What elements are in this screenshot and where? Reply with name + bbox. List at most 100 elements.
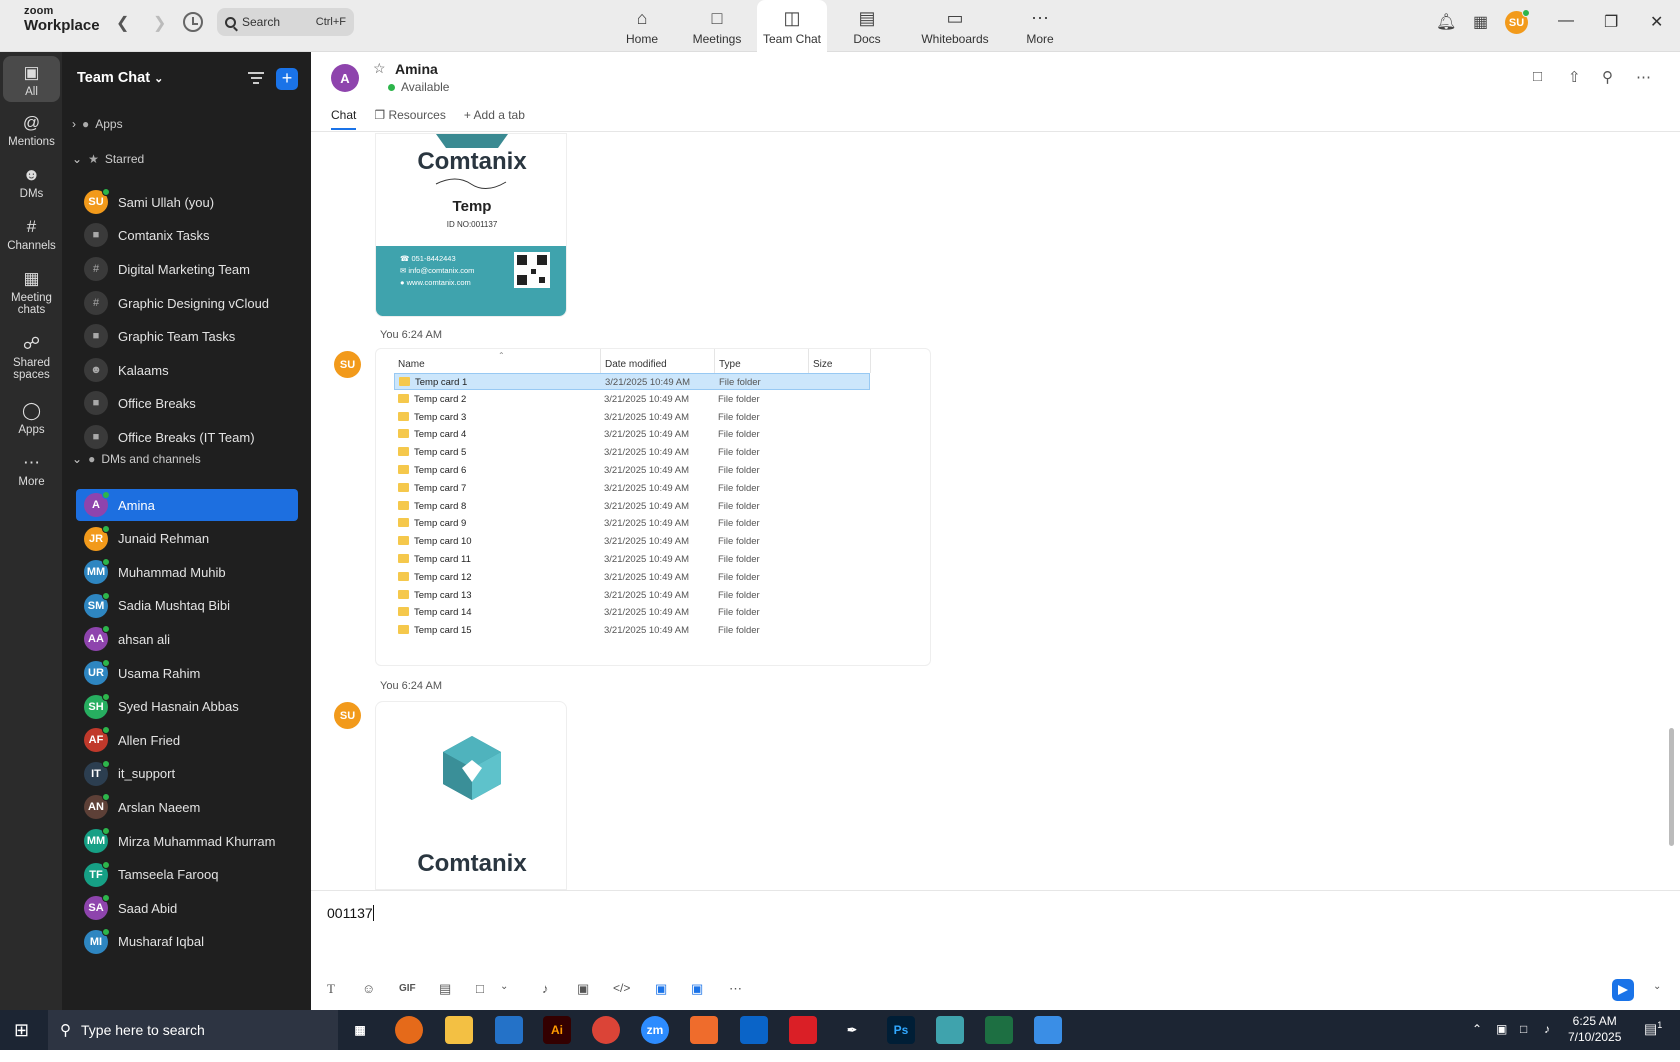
photoshop-icon[interactable]: Ps [887, 1016, 915, 1044]
xampp-icon[interactable] [690, 1016, 718, 1044]
app-icon[interactable]: ▣ [655, 981, 667, 997]
sidebar-item-dm[interactable]: MI Musharaf Iqbal [76, 926, 298, 958]
sidebar-item-dm[interactable]: JR Junaid Rehman [76, 523, 298, 555]
sidebar-item-dm[interactable]: IT it_support [76, 758, 298, 790]
chevron-up-icon[interactable]: ⌃ [1472, 1022, 1482, 1062]
code-icon[interactable]: </> [613, 981, 630, 995]
table-row[interactable]: Temp card 6 3/21/2025 10:49 AM File folder [394, 462, 870, 479]
screenshot-icon[interactable]: □ [476, 981, 484, 996]
emoji-icon[interactable]: ☺ [362, 981, 375, 996]
chevron-down-icon[interactable]: ⌄ [500, 981, 508, 992]
zoom-icon[interactable]: zm [641, 1016, 669, 1044]
search-bar[interactable]: Search Ctrl+F [217, 8, 354, 36]
sidebar-item-starred[interactable]: SU Sami Ullah (you) [76, 186, 298, 218]
send-button[interactable] [1612, 979, 1634, 1001]
sender-avatar[interactable]: SU [334, 702, 361, 729]
table-row[interactable]: Temp card 12 3/21/2025 10:49 AM File folde… [394, 569, 870, 586]
section-apps[interactable]: › ● Apps [72, 117, 123, 131]
sidebar-item-dm[interactable]: SA Saad Abid [76, 892, 298, 924]
sidebar-item-dm[interactable]: TF Tamseela Farooq [76, 859, 298, 891]
message-input[interactable]: 001137 [327, 905, 374, 921]
tab-whiteboards[interactable]: ▭ Whiteboards [913, 0, 997, 52]
sidebar-item-starred[interactable]: ☻ Kalaams [76, 354, 298, 386]
section-starred[interactable]: ⌄ ★ Starred [72, 152, 144, 166]
file-explorer-icon[interactable] [445, 1016, 473, 1044]
video-msg-icon[interactable]: ▣ [577, 981, 589, 997]
maximize-icon[interactable]: ❐ [1604, 12, 1618, 32]
sidebar-item-starred[interactable]: # Digital Marketing Team [76, 253, 298, 285]
forward-arrow-icon[interactable]: ❯ [153, 13, 166, 33]
tab-resources[interactable]: ❐ Resources [374, 108, 445, 130]
sidebar-item-dm[interactable]: MM Mirza Muhammad Khurram [76, 825, 298, 857]
sidebar-item-starred[interactable]: ■ Office Breaks [76, 387, 298, 419]
tab-chat[interactable]: Chat [331, 108, 357, 130]
composer[interactable]: 001137 T ☺ GIF ▤ □ ⌄ ♪ ▣ </> ▣ ▣ ⋯ ⌄ [311, 890, 1680, 1010]
bell-icon[interactable]: 🔔︎ [1436, 12, 1456, 32]
back-arrow-icon[interactable]: ❮ [116, 13, 129, 33]
more-icon[interactable]: ⋯ [729, 981, 742, 997]
clock[interactable]: 6:25 AM 7/10/2025 [1568, 1013, 1621, 1053]
table-row[interactable]: Temp card 7 3/21/2025 10:49 AM File folder [394, 480, 870, 497]
text-format-icon[interactable]: T [327, 981, 335, 997]
gif-button[interactable]: GIF [399, 983, 416, 994]
sidebar-item-starred[interactable]: ■ Office Breaks (IT Team) [76, 421, 298, 453]
chrome-icon[interactable] [592, 1016, 620, 1044]
minimize-icon[interactable]: — [1558, 12, 1574, 30]
rail-apps[interactable]: ◯ Apps [3, 402, 60, 437]
sidebar-item-dm[interactable]: A Amina [76, 489, 298, 521]
video-call-icon[interactable]: □ [1533, 68, 1542, 85]
taskbar-search[interactable]: ⚲ Type here to search [48, 1010, 338, 1050]
rail-dms[interactable]: ☻ DMs [3, 166, 60, 201]
contact-name[interactable]: Amina [395, 61, 438, 77]
tab-add[interactable]: + Add a tab [464, 108, 525, 130]
section-dms[interactable]: ⌄ ● DMs and channels [72, 452, 201, 466]
rail-more[interactable]: ⋯ More [3, 454, 60, 489]
table-row[interactable]: Temp card 14 3/21/2025 10:49 AM File folde… [394, 604, 870, 621]
volume-icon[interactable]: ♪ [1544, 1022, 1550, 1062]
table-row[interactable]: Temp card 11 3/21/2025 10:49 AM File folde… [394, 551, 870, 568]
search-icon[interactable]: ⚲ [1602, 68, 1613, 86]
windows-start-icon[interactable]: ⊞ [14, 1020, 29, 1041]
vscode-icon[interactable] [495, 1016, 523, 1044]
sidebar-item-dm[interactable]: SH Syed Hasnain Abbas [76, 691, 298, 723]
sidebar-item-dm[interactable]: MM Muhammad Muhib [76, 556, 298, 588]
comtanix-app-icon[interactable] [936, 1016, 964, 1044]
rail-channels[interactable]: # Channels [3, 218, 60, 253]
table-row[interactable]: Temp card 15 3/21/2025 10:49 AM File folde… [394, 622, 870, 639]
app2-icon[interactable]: ▣ [691, 981, 703, 997]
id-card-image[interactable]: Comtanix Temp ID NO:001137 ☎ 051-8442443… [375, 133, 567, 317]
paint-icon[interactable] [1034, 1016, 1062, 1044]
sidebar-item-dm[interactable]: AA ahsan ali [76, 623, 298, 655]
tab-meetings[interactable]: □ Meetings [686, 0, 748, 52]
star-icon[interactable]: ☆ [373, 60, 386, 77]
table-row[interactable]: Temp card 13 3/21/2025 10:49 AM File folde… [394, 587, 870, 604]
user-avatar[interactable]: SU [1505, 9, 1530, 34]
outlook-icon[interactable] [740, 1016, 768, 1044]
chevron-down-icon[interactable]: ⌄ [1653, 981, 1661, 992]
rail-shared-spaces[interactable]: ☍ Shared spaces [3, 335, 60, 382]
new-chat-button[interactable]: + [276, 68, 298, 90]
calendar-icon[interactable]: ▦ [1473, 12, 1488, 32]
file-icon[interactable]: ▤ [439, 981, 451, 997]
explorer-screenshot[interactable]: Name ⌃ Date modified Type Size Temp card… [375, 348, 931, 666]
chat-scrollbar[interactable] [1669, 728, 1674, 846]
pen-tool-icon[interactable]: ✒ [838, 1016, 866, 1044]
excel-icon[interactable] [985, 1016, 1013, 1044]
filter-icon[interactable] [248, 72, 264, 86]
close-icon[interactable]: ✕ [1650, 12, 1663, 32]
sidebar-item-dm[interactable]: UR Usama Rahim [76, 657, 298, 689]
table-row[interactable]: Temp card 2 3/21/2025 10:49 AM File folder [394, 391, 870, 408]
logo-card-image[interactable]: Comtanix [375, 701, 567, 890]
tab-more[interactable]: ⋯ More [1018, 0, 1062, 52]
sidebar-title[interactable]: Team Chat ⌄ [77, 70, 163, 86]
sidebar-item-starred[interactable]: ■ Graphic Team Tasks [76, 320, 298, 352]
network-icon[interactable]: □ [1520, 1022, 1527, 1062]
share-screen-icon[interactable]: ⇧ [1568, 68, 1581, 86]
table-row[interactable]: Temp card 4 3/21/2025 10:49 AM File folder [394, 426, 870, 443]
sender-avatar[interactable]: SU [334, 351, 361, 378]
table-row[interactable]: Temp card 5 3/21/2025 10:49 AM File folder [394, 444, 870, 461]
sidebar-item-starred[interactable]: ■ Comtanix Tasks [76, 219, 298, 251]
sidebar-item-dm[interactable]: AF Allen Fried [76, 724, 298, 756]
history-icon[interactable] [183, 12, 203, 32]
tray-icon[interactable]: ▣ [1496, 1022, 1507, 1062]
